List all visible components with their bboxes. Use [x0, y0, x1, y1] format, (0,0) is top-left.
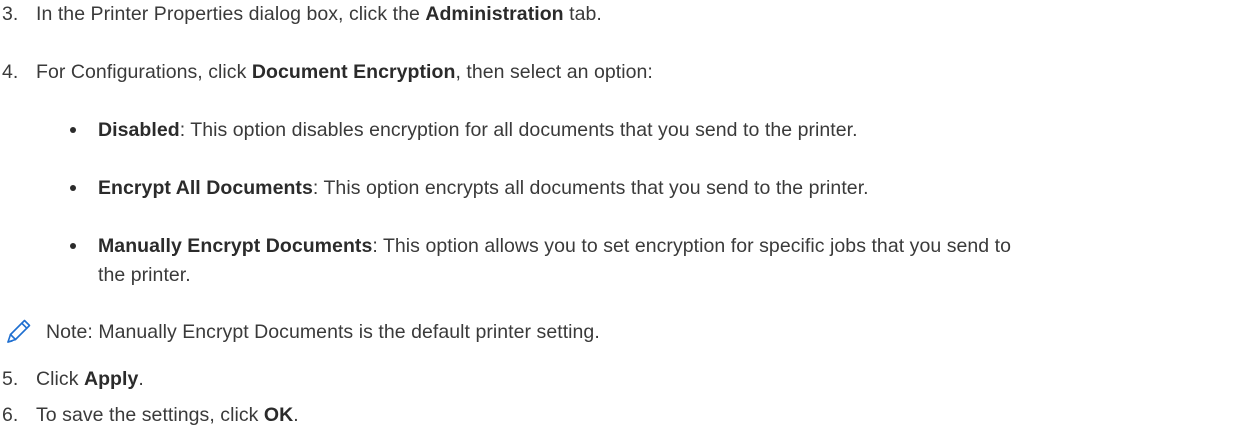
step-text: To save the settings, click OK. — [36, 403, 299, 427]
step-bold-term: OK — [263, 404, 294, 426]
note-text: Note: Manually Encrypt Documents is the … — [46, 321, 600, 343]
step-text: Click Apply. — [36, 367, 144, 391]
option-description-line2: the printer. — [98, 264, 191, 286]
bullet-icon — [70, 243, 76, 249]
bullet-icon — [70, 127, 76, 133]
step-text-pre: In the Printer Properties dialog box, cl… — [36, 3, 426, 25]
step-bold-term: Administration — [425, 3, 564, 25]
step-number: 6. — [2, 404, 19, 426]
bullet-icon — [70, 185, 76, 191]
option-description: : This option disables encryption for al… — [179, 119, 858, 141]
option-description: : This option allows you to set encrypti… — [372, 235, 1012, 257]
step-text-post: , then select an option: — [455, 61, 653, 83]
step-text-post: tab. — [563, 3, 602, 25]
step-text: In the Printer Properties dialog box, cl… — [36, 2, 602, 26]
step-bold-term: Document Encryption — [251, 61, 456, 83]
step-text-pre: For Configurations, click — [36, 61, 252, 83]
step-text-pre: To save the settings, click — [36, 404, 264, 426]
option-description: : This option encrypts all documents tha… — [312, 177, 869, 199]
pencil-icon — [4, 316, 34, 346]
option-bold-term: Encrypt All Documents — [98, 177, 313, 199]
option-bold-term: Disabled — [98, 119, 180, 141]
step-text-post: . — [293, 404, 299, 426]
option-text: Encrypt All Documents: This option encry… — [98, 176, 869, 200]
step-number: 5. — [2, 368, 19, 390]
option-text: Manually Encrypt Documents: This option … — [98, 234, 1011, 258]
option-bold-term: Manually Encrypt Documents — [98, 235, 373, 257]
step-number: 4. — [2, 61, 19, 83]
step-text-post: . — [138, 368, 144, 390]
step-bold-term: Apply — [83, 368, 139, 390]
step-number: 3. — [2, 3, 19, 25]
step-text: For Configurations, click Document Encry… — [36, 60, 653, 84]
step-text-pre: Click — [36, 368, 84, 390]
option-text: Disabled: This option disables encryptio… — [98, 118, 858, 142]
